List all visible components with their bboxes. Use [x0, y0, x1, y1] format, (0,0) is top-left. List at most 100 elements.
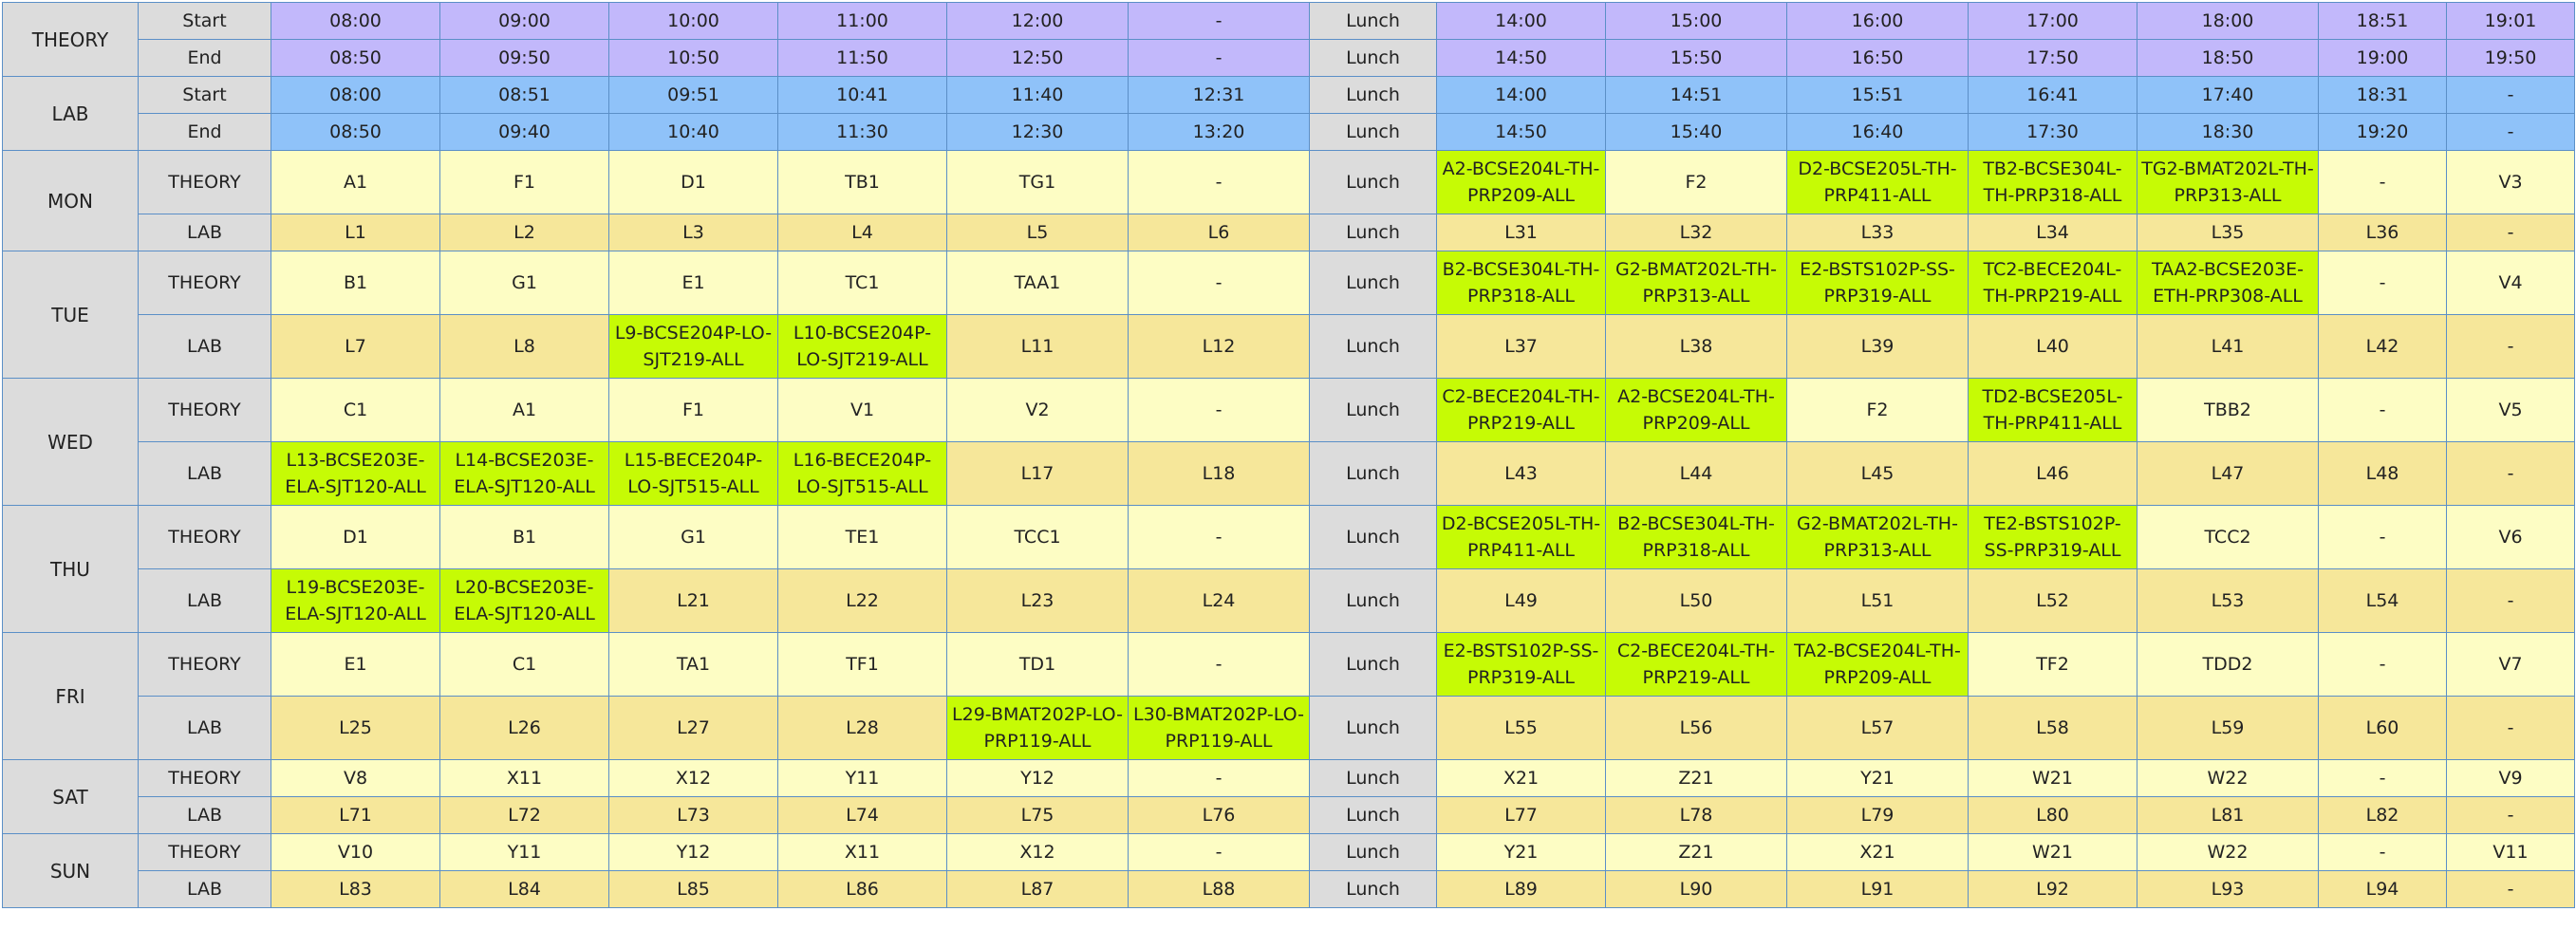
slot-cell: L32: [1605, 214, 1787, 251]
slot-cell: Y11: [777, 759, 947, 797]
slot-cell: L52: [1968, 568, 2137, 633]
slot-cell: TC1: [777, 251, 947, 315]
slot-cell: L49: [1436, 568, 1606, 633]
start-label: Start: [138, 2, 271, 40]
end-label: End: [138, 39, 271, 77]
slot-cell: W22: [2137, 833, 2319, 871]
lab-label: LAB: [138, 796, 271, 834]
slot-cell: Z21: [1605, 759, 1787, 797]
slot-cell: A1: [439, 378, 609, 442]
lab-header-label: LAB: [2, 76, 139, 151]
slot-cell: L94: [2318, 870, 2447, 908]
slot-cell: V8: [271, 759, 440, 797]
slot-cell: -: [2318, 833, 2447, 871]
slot-cell: V11: [2446, 833, 2575, 871]
lab-end-time: 08:50: [271, 113, 440, 151]
registered-slot: L29-BMAT202P-LO-PRP119-ALL: [946, 696, 1129, 760]
wed-lab-row: LAB L13-BCSE203E-ELA-SJT120-ALL L14-BCSE20…: [3, 441, 2575, 506]
slot-cell: L73: [608, 796, 778, 834]
theory-start-time: 10:00: [608, 2, 778, 40]
slot-cell: TDD2: [2137, 632, 2319, 697]
lab-end-time: 19:20: [2318, 113, 2447, 151]
theory-label: THEORY: [138, 251, 271, 315]
lab-end-time: 17:30: [1968, 113, 2137, 151]
lunch-slot: Lunch: [1309, 568, 1437, 633]
slot-cell: Y21: [1786, 759, 1969, 797]
theory-end-time: 14:50: [1436, 39, 1606, 77]
lab-end-time: 15:40: [1605, 113, 1787, 151]
sat-theory-row: SAT THEORY V8 X11 X12 Y11 Y12- Lunch X21 Z21 Y21 W2…: [2, 759, 2575, 834]
slot-cell: L58: [1968, 696, 2137, 760]
lab-start-time: 12:31: [1128, 76, 1310, 114]
slot-cell: L48: [2318, 441, 2447, 506]
slot-cell: E1: [271, 632, 440, 697]
slot-cell: TA1: [608, 632, 778, 697]
slot-cell: L87: [946, 870, 1129, 908]
slot-cell: L56: [1605, 696, 1787, 760]
theory-header-label: THEORY: [2, 2, 139, 77]
slot-cell: -: [1128, 833, 1310, 871]
lab-start-time: 09:51: [608, 76, 778, 114]
registered-slot: L20-BCSE203E-ELA-SJT120-ALL: [439, 568, 609, 633]
theory-end-time: 18:50: [2137, 39, 2319, 77]
lunch-slot: Lunch: [1309, 505, 1437, 569]
theory-start-time: 19:01: [2446, 2, 2575, 40]
slot-cell: L34: [1968, 214, 2137, 251]
theory-start-time: 17:00: [1968, 2, 2137, 40]
theory-end-row: End 08:50 09:50 10:50 11:50 12:50- Lunch 14:50 1…: [3, 39, 2575, 77]
slot-cell: L54: [2318, 568, 2447, 633]
slot-cell: L40: [1968, 314, 2137, 379]
slot-cell: -: [2446, 568, 2575, 633]
slot-cell: Y12: [946, 759, 1129, 797]
slot-cell: L57: [1786, 696, 1969, 760]
slot-cell: L8: [439, 314, 609, 379]
theory-label: THEORY: [138, 833, 271, 871]
day-label: SUN: [2, 833, 139, 908]
slot-cell: -: [1128, 505, 1310, 569]
slot-cell: L41: [2137, 314, 2319, 379]
slot-cell: -: [2446, 796, 2575, 834]
slot-cell: L78: [1605, 796, 1787, 834]
slot-cell: L27: [608, 696, 778, 760]
lunch-slot: Lunch: [1309, 251, 1437, 315]
slot-cell: F1: [608, 378, 778, 442]
lunch-slot: Lunch: [1309, 441, 1437, 506]
slot-cell: G1: [608, 505, 778, 569]
theory-end-time: 12:50: [946, 39, 1129, 77]
slot-cell: -: [2318, 505, 2447, 569]
slot-cell: C1: [271, 378, 440, 442]
slot-cell: L76: [1128, 796, 1310, 834]
slot-cell: -: [2318, 632, 2447, 697]
lab-start-row: LAB Start 08:00 08:51 09:51 10:41 11:40 12:31 Lu…: [2, 76, 2575, 151]
slot-cell: X21: [1786, 833, 1969, 871]
slot-cell: TE1: [777, 505, 947, 569]
mon-lab-row: LAB L1 L2 L3 L4 L5 L6 Lunch L31 L32 L33 L34 L35 L36-: [3, 214, 2575, 251]
lab-end-time: Lunch: [1309, 113, 1437, 151]
slot-cell: -: [1128, 150, 1310, 214]
slot-cell: L38: [1605, 314, 1787, 379]
start-label: Start: [138, 76, 271, 114]
slot-cell: L55: [1436, 696, 1606, 760]
slot-cell: L92: [1968, 870, 2137, 908]
slot-cell: L79: [1786, 796, 1969, 834]
slot-cell: L93: [2137, 870, 2319, 908]
slot-cell: TAA1: [946, 251, 1129, 315]
slot-cell: V3: [2446, 150, 2575, 214]
tue-lab-row: LAB L7 L8 L9-BCSE204P-LO-SJT219-ALL L10-BCSE…: [3, 314, 2575, 379]
end-label: End: [138, 113, 271, 151]
slot-cell: -: [2318, 251, 2447, 315]
slot-cell: L36: [2318, 214, 2447, 251]
theory-end-time: -: [1128, 39, 1310, 77]
theory-label: THEORY: [138, 759, 271, 797]
theory-start-time: 14:00: [1436, 2, 1606, 40]
slot-cell: L3: [608, 214, 778, 251]
slot-cell: X12: [946, 833, 1129, 871]
lab-start-time: 10:41: [777, 76, 947, 114]
lab-start-time: 08:51: [439, 76, 609, 114]
slot-cell: L80: [1968, 796, 2137, 834]
slot-cell: L4: [777, 214, 947, 251]
registered-slot: TAA2-BCSE203E-ETH-PRP308-ALL: [2137, 251, 2319, 315]
slot-cell: L43: [1436, 441, 1606, 506]
theory-end-time: 11:50: [777, 39, 947, 77]
slot-cell: L11: [946, 314, 1129, 379]
